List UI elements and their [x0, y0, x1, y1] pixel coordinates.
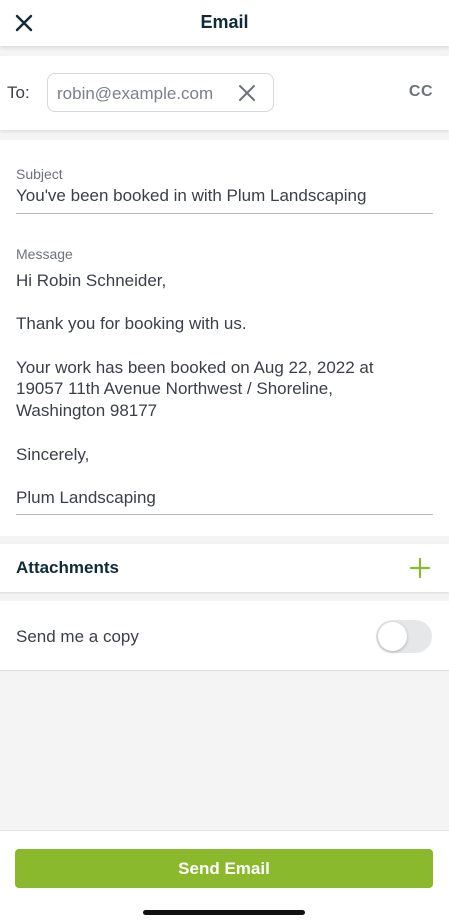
message-field[interactable]: Hi Robin Schneider, Thank you for bookin… — [16, 270, 433, 515]
cc-button[interactable]: CC — [409, 83, 433, 101]
send-copy-toggle[interactable] — [376, 620, 432, 653]
send-email-button[interactable]: Send Email — [15, 849, 433, 888]
to-label: To: — [7, 83, 30, 102]
message-label: Message — [16, 246, 73, 262]
send-copy-row: Send me a copy — [0, 601, 449, 671]
app-header: Email — [0, 0, 449, 46]
subject-field[interactable]: You've been booked in with Plum Landscap… — [16, 186, 433, 214]
toggle-knob — [378, 622, 407, 651]
close-icon[interactable] — [237, 83, 257, 103]
attachments-title: Attachments — [16, 558, 119, 577]
email-form: Subject You've been booked in with Plum … — [0, 140, 449, 536]
recipients-row: To: robin@example.com CC — [0, 56, 449, 130]
recipient-email: robin@example.com — [57, 84, 214, 103]
page-title: Email — [200, 12, 249, 32]
attachments-row: Attachments — [0, 544, 449, 592]
message-closing: Sincerely, — [16, 444, 90, 464]
home-indicator — [143, 910, 305, 915]
footer-bar: Send Email — [0, 830, 449, 922]
send-copy-label: Send me a copy — [16, 627, 139, 646]
recipient-chip[interactable]: robin@example.com — [47, 73, 274, 112]
message-thanks: Thank you for booking with us. — [16, 314, 247, 334]
message-greeting: Hi Robin Schneider, — [16, 271, 167, 290]
message-signature: Plum Landscaping — [16, 487, 156, 507]
message-booking-details: Your work has been booked on Aug 22, 202… — [16, 357, 374, 421]
subject-label: Subject — [16, 166, 63, 182]
plus-icon[interactable] — [409, 557, 431, 579]
